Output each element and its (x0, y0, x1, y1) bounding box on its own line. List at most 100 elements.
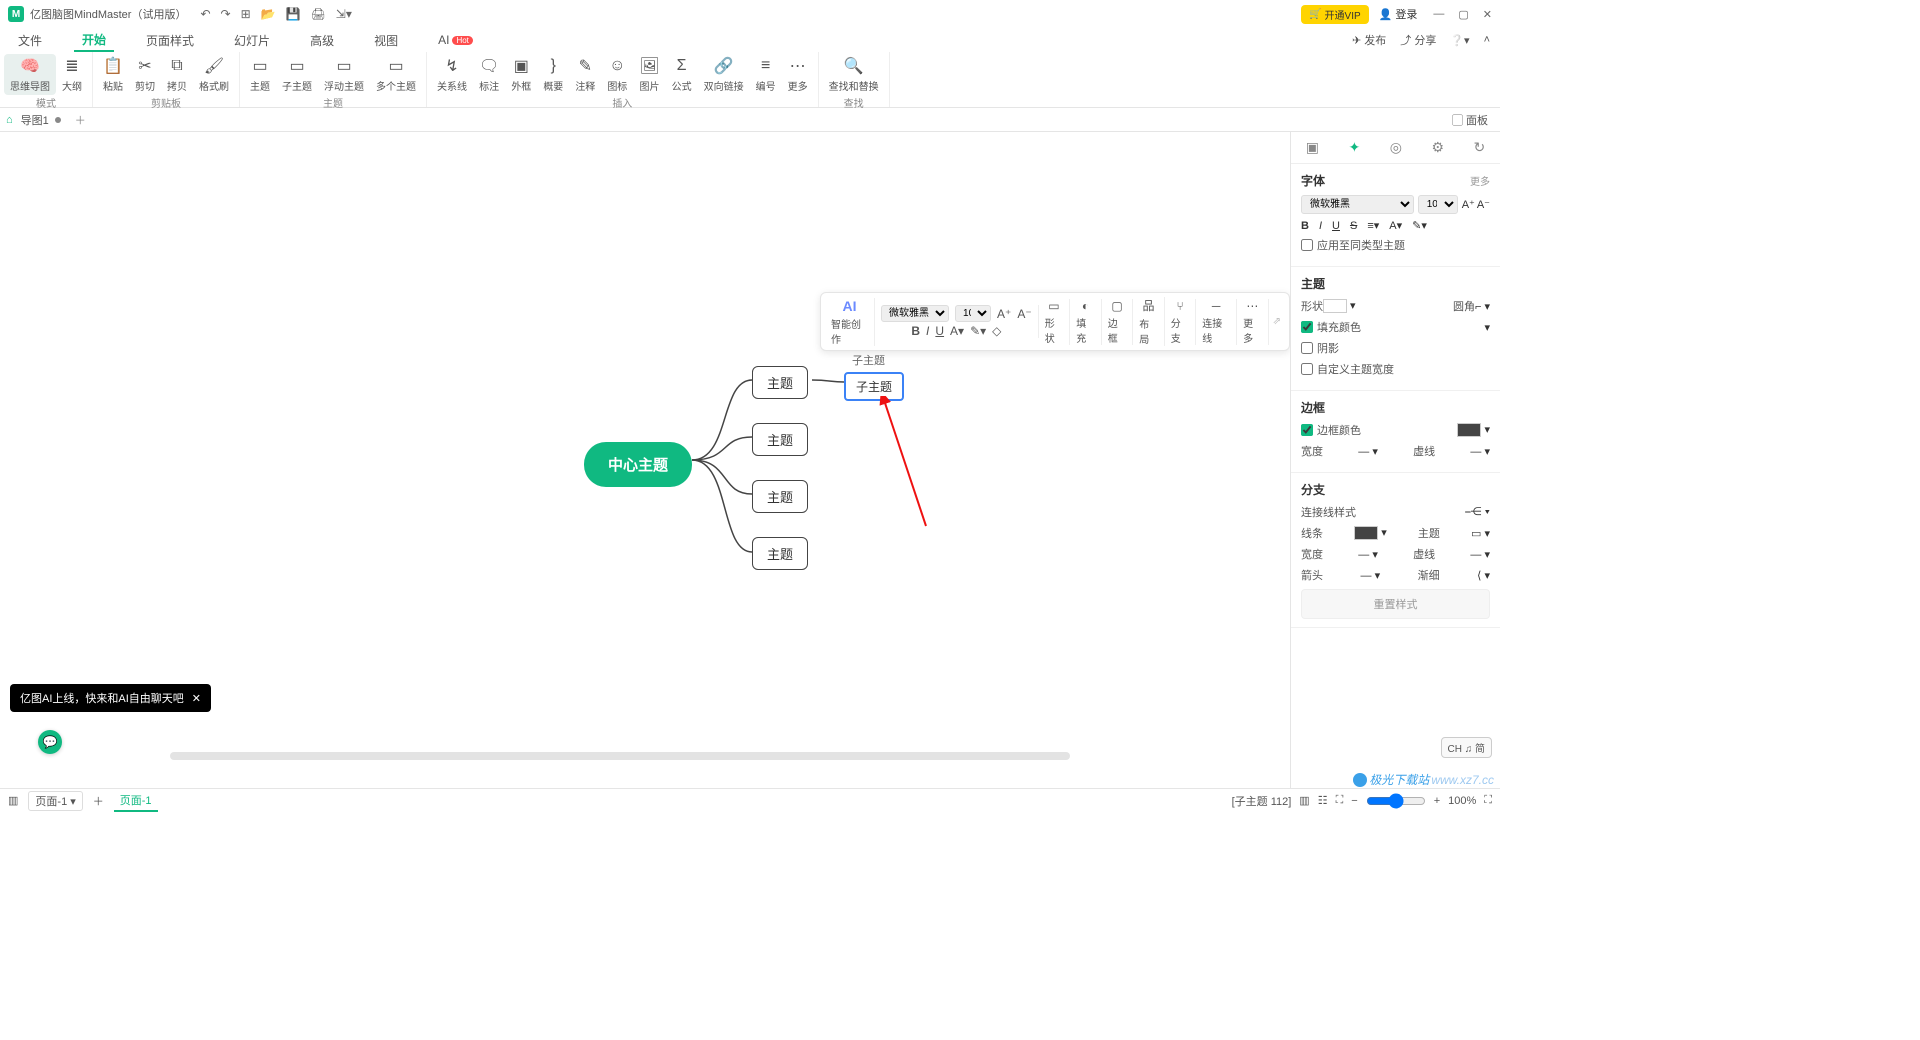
relation-button[interactable]: ↯关系线 (431, 54, 473, 95)
paste-button[interactable]: 📋粘贴 (97, 54, 129, 95)
border-width-select[interactable]: — ▾ (1358, 445, 1378, 458)
corner-select[interactable]: ⌐ ▾ (1475, 300, 1490, 313)
formula-button[interactable]: Σ公式 (666, 54, 698, 95)
panel-tab-map-icon[interactable]: ◎ (1390, 139, 1402, 156)
boundary-button[interactable]: ▣外框 (505, 54, 537, 95)
ft-fill[interactable]: ◐填充 (1070, 299, 1102, 345)
page-select[interactable]: 页面-1 ▾ (28, 791, 82, 811)
image-button[interactable]: 🖼图片 (633, 54, 665, 95)
ft-connector[interactable]: ─连接线 (1196, 299, 1237, 345)
publish-button[interactable]: ✈ 发布 (1352, 32, 1386, 48)
panel-tab-history-icon[interactable]: ↻ (1474, 139, 1486, 156)
panel-font-dec-icon[interactable]: A⁻ (1477, 198, 1490, 211)
callout-button[interactable]: 🗨标注 (473, 54, 505, 95)
font-more[interactable]: 更多 (1470, 173, 1490, 188)
zoom-in-icon[interactable]: + (1434, 795, 1440, 807)
add-page-button[interactable]: ＋ (93, 793, 104, 809)
panel-tab-style-icon[interactable]: ▣ (1306, 139, 1319, 156)
new-tab-button[interactable]: ＋ (75, 112, 86, 128)
redo-icon[interactable]: ↷ (221, 7, 231, 21)
icon-button[interactable]: ☺图标 (601, 54, 633, 95)
vip-button[interactable]: 🛒 开通VIP (1301, 5, 1369, 24)
subtopic-button[interactable]: ▭子主题 (276, 54, 318, 95)
ai-create[interactable]: AI 智能创作 (825, 298, 875, 346)
ime-indicator[interactable]: CH ♫ 简 (1441, 737, 1493, 758)
copy-button[interactable]: ⧉拷贝 (161, 54, 193, 95)
branch-theme-select[interactable]: ▭ ▾ (1471, 527, 1490, 540)
bold-icon[interactable]: B (911, 324, 920, 338)
menu-ai[interactable]: AIHot (430, 31, 481, 49)
floating-topic-button[interactable]: ▭浮动主题 (318, 54, 370, 95)
maximize-icon[interactable]: ▢ (1458, 8, 1468, 21)
pin-icon[interactable]: ⇗ (1269, 316, 1285, 327)
doc-home-icon[interactable]: ⌂ (6, 114, 13, 126)
open-icon[interactable]: 📂 (261, 7, 276, 21)
branch-width-select[interactable]: — ▾ (1358, 548, 1378, 561)
increase-font-icon[interactable]: A⁺ (997, 307, 1011, 321)
panel-underline-icon[interactable]: U (1332, 220, 1340, 232)
menu-slideshow[interactable]: 幻灯片 (226, 30, 278, 51)
shape-select[interactable] (1323, 299, 1347, 313)
summary-button[interactable]: }概要 (537, 54, 569, 95)
branch-taper-select[interactable]: ⟨ ▾ (1477, 569, 1490, 582)
fit-icon[interactable]: ⛶ (1336, 794, 1344, 807)
border-color-picker[interactable] (1457, 423, 1481, 437)
panel-align-icon[interactable]: ≡▾ (1367, 219, 1379, 232)
branch-arrow-select[interactable]: — ▾ (1361, 569, 1381, 582)
page-list-icon[interactable]: ▥ (8, 794, 18, 807)
panel-highlight-icon[interactable]: ✎▾ (1412, 219, 1427, 232)
panel-bold-icon[interactable]: B (1301, 220, 1309, 232)
shadow-checkbox[interactable] (1301, 342, 1313, 354)
note-button[interactable]: ✎注释 (569, 54, 601, 95)
topic-button[interactable]: ▭主题 (244, 54, 276, 95)
branch-line-color[interactable] (1354, 526, 1378, 540)
zoom-slider[interactable] (1366, 793, 1426, 809)
multiple-topic-button[interactable]: ▭多个主题 (370, 54, 422, 95)
fullscreen-icon[interactable]: ⛶ (1484, 794, 1492, 807)
fill-color-checkbox[interactable] (1301, 321, 1313, 333)
share-button[interactable]: ⤴ 分享 (1400, 32, 1436, 48)
cut-button[interactable]: ✂剪切 (129, 54, 161, 95)
find-replace-button[interactable]: 🔍查找和替换 (823, 54, 885, 95)
border-dash-select[interactable]: — ▾ (1470, 445, 1490, 458)
font-size-select[interactable]: 10 (955, 305, 991, 322)
print-icon[interactable]: 🖨 (311, 7, 326, 21)
save-icon[interactable]: 💾 (286, 7, 301, 21)
branch-dash-select[interactable]: — ▾ (1470, 548, 1490, 561)
clear-format-icon[interactable]: ◇ (992, 324, 1001, 338)
collapse-ribbon-icon[interactable]: ˄ (1484, 34, 1490, 46)
panel-tab-format-icon[interactable]: ✦ (1348, 139, 1360, 156)
view-mode-1-icon[interactable]: ▥ (1299, 794, 1309, 807)
topic-node[interactable]: 主题 (752, 480, 808, 513)
ft-branch[interactable]: ⑂分支 (1165, 299, 1197, 345)
panel-italic-icon[interactable]: I (1319, 220, 1322, 232)
apply-same-type-checkbox[interactable] (1301, 239, 1313, 251)
panel-font-color-icon[interactable]: A▾ (1389, 219, 1402, 232)
panel-toggle[interactable]: ▢ 面板 (1446, 112, 1494, 128)
panel-font-family[interactable]: 微软雅黑 (1301, 195, 1414, 214)
topic-node[interactable]: 主题 (752, 366, 808, 399)
insert-more-button[interactable]: ⋯更多 (782, 54, 814, 95)
mode-outline[interactable]: ≣大纲 (56, 54, 88, 95)
panel-font-size[interactable]: 10 (1418, 195, 1458, 214)
menu-file[interactable]: 文件 (10, 30, 50, 51)
border-color-checkbox[interactable] (1301, 424, 1313, 436)
help-icon[interactable]: ❔▾ (1450, 34, 1469, 47)
menu-start[interactable]: 开始 (74, 29, 114, 52)
decrease-font-icon[interactable]: A⁻ (1017, 307, 1031, 321)
topic-node[interactable]: 主题 (752, 537, 808, 570)
toast-close-icon[interactable]: ✕ (192, 692, 201, 705)
panel-tab-theme-icon[interactable]: ⚙ (1431, 139, 1444, 156)
custom-width-checkbox[interactable] (1301, 363, 1313, 375)
ft-more[interactable]: ⋯更多 (1237, 299, 1269, 345)
panel-font-inc-icon[interactable]: A⁺ (1462, 198, 1475, 211)
ft-border[interactable]: ▢边框 (1102, 299, 1134, 345)
central-topic[interactable]: 中心主题 (584, 442, 692, 487)
font-family-select[interactable]: 微软雅黑 (881, 305, 949, 322)
mode-mindmap[interactable]: 🧠思维导图 (4, 54, 56, 95)
highlight-icon[interactable]: ✎▾ (970, 324, 986, 338)
view-mode-2-icon[interactable]: ☷ (1318, 794, 1328, 807)
format-painter-button[interactable]: 🖌格式刷 (193, 54, 235, 95)
topic-node[interactable]: 主题 (752, 423, 808, 456)
connector-style-select[interactable]: ⎯⋲ ▾ (1465, 505, 1490, 519)
